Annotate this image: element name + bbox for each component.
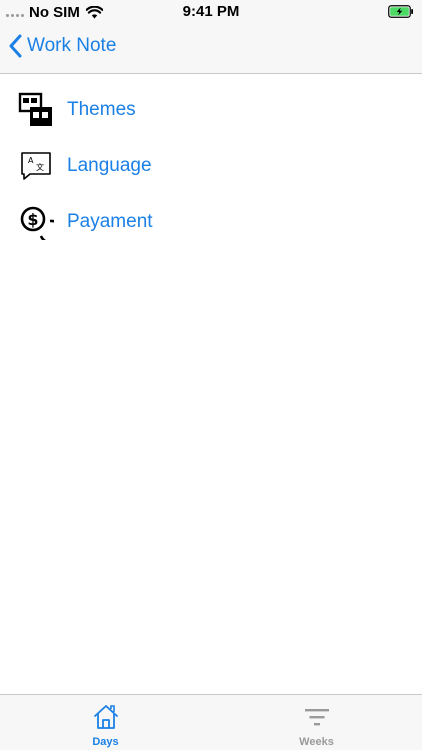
back-button-label: Work Note — [27, 35, 117, 56]
tab-label: Days — [92, 736, 119, 748]
language-icon: A 文 — [18, 148, 54, 184]
menu-item-language[interactable]: A 文 Language — [0, 138, 422, 194]
svg-text:A: A — [28, 156, 34, 165]
navigation-bar: Work Note — [0, 24, 422, 74]
menu-item-payment[interactable]: $ Payament — [0, 194, 422, 250]
menu-item-label: Language — [67, 155, 152, 176]
chevron-left-icon — [8, 34, 22, 58]
status-bar: No SIM 9:41 PM — [0, 0, 422, 24]
menu-item-themes[interactable]: Themes — [0, 82, 422, 138]
status-time: 9:41 PM — [182, 3, 240, 20]
payment-coins-icon: $ — [18, 204, 54, 240]
menu-item-label: Themes — [67, 99, 136, 120]
svg-text:文: 文 — [36, 162, 44, 172]
tab-bar: Days Weeks — [0, 694, 422, 750]
home-icon — [92, 703, 120, 731]
svg-text:$: $ — [27, 210, 38, 229]
settings-menu-list: Themes A 文 Language $ Payament — [0, 74, 422, 242]
back-button[interactable]: Work Note — [8, 34, 116, 58]
app-screen: No SIM 9:41 PM Work Note Themes A 文 Lang… — [0, 0, 422, 750]
menu-item-label: Payament — [67, 211, 153, 232]
tab-days[interactable]: Days — [0, 695, 211, 750]
tab-label: Weeks — [299, 736, 334, 748]
filter-icon — [303, 703, 331, 731]
battery-charging-icon — [388, 5, 414, 22]
tab-weeks[interactable]: Weeks — [211, 695, 422, 750]
themes-icon — [18, 92, 54, 128]
